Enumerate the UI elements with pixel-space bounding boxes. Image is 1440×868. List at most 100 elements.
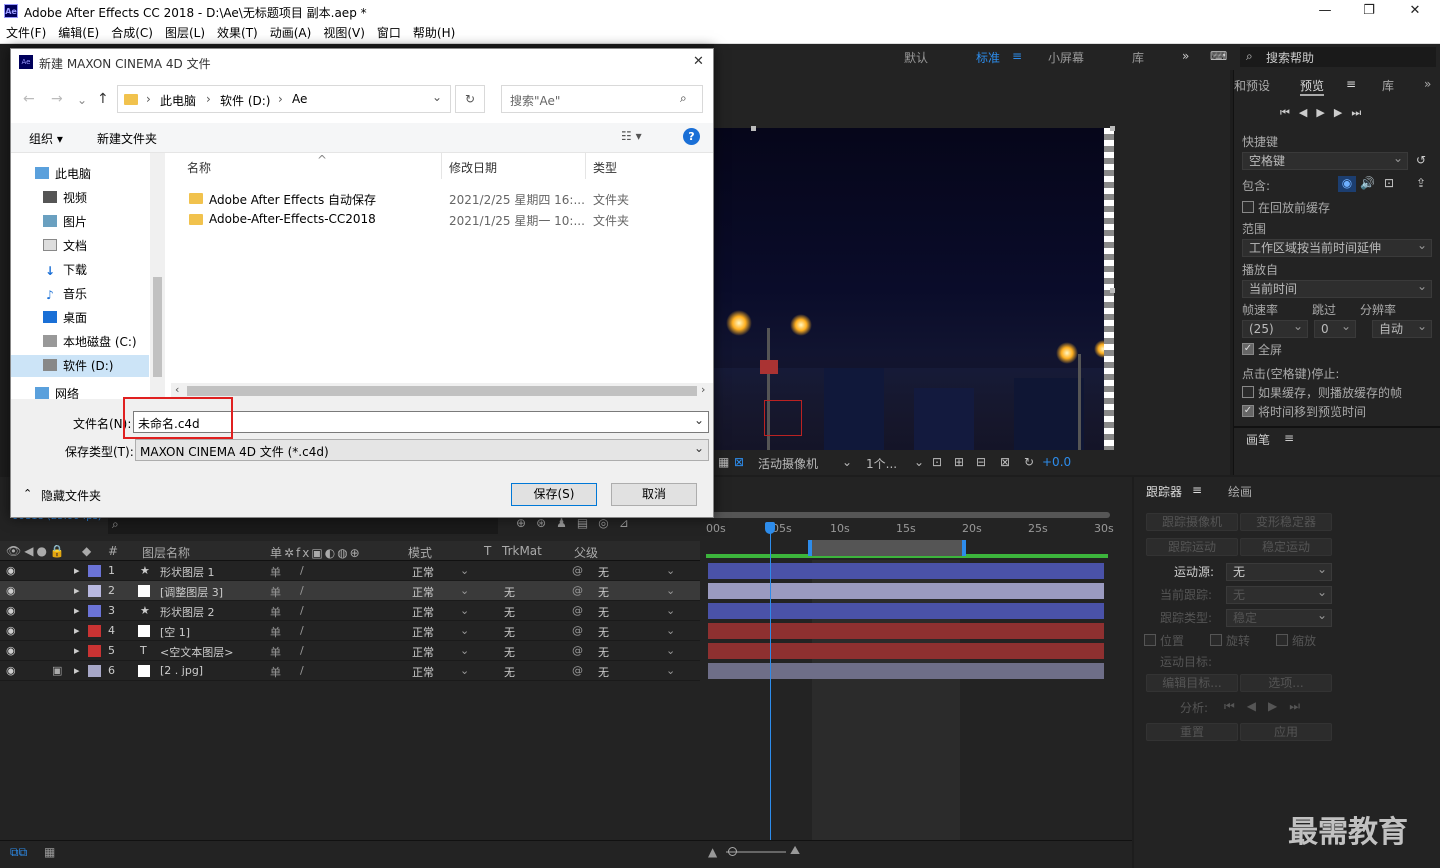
restore-button[interactable]: ❐ <box>1346 0 1392 24</box>
reset-button[interactable]: 重置 <box>1146 723 1238 741</box>
layer-duration-bar[interactable] <box>708 643 1104 659</box>
playhead-handle[interactable] <box>765 522 775 534</box>
hide-folders-toggle[interactable]: 隐藏文件夹 <box>41 487 101 504</box>
label-color-swatch[interactable] <box>88 585 101 597</box>
breadcrumb-drive-d[interactable]: 软件 (D:) <box>220 92 270 109</box>
lock-icon[interactable]: ▣ <box>52 664 62 677</box>
menu-layer[interactable]: 图层(L) <box>159 24 211 42</box>
layer-name[interactable]: [2 . jpg] <box>160 664 203 677</box>
warp-stabilizer-button[interactable]: 变形稳定器 <box>1240 513 1332 531</box>
shy-switch-icon[interactable]: 单 <box>270 664 281 680</box>
expand-arrow-icon[interactable]: ▸ <box>74 584 80 597</box>
expand-arrow-icon[interactable]: ▸ <box>74 644 80 657</box>
dialog-close-button[interactable]: ✕ <box>693 54 704 69</box>
layer-duration-bar[interactable] <box>708 663 1104 679</box>
keyboard-icon[interactable]: ⌨ <box>1210 49 1227 63</box>
layer-trkmat[interactable]: 无 <box>504 644 515 660</box>
exposure-value[interactable]: +0.0 <box>1042 455 1071 469</box>
rotation-checkbox[interactable] <box>1210 634 1222 646</box>
cache-before-checkbox[interactable] <box>1242 201 1254 213</box>
horizontal-scrollbar[interactable]: ‹ › <box>171 383 713 399</box>
layer-name[interactable]: 形状图层 2 <box>160 604 215 620</box>
transform-handle[interactable] <box>1110 126 1115 131</box>
file-row[interactable]: Adobe-After-Effects-CC2018 2021/1/25 星期一… <box>181 210 701 230</box>
folder-search-input[interactable]: 搜索"Ae" ⌕ <box>501 85 703 113</box>
layer-mode[interactable]: 正常 <box>412 584 434 600</box>
quality-switch-icon[interactable]: / <box>300 604 304 617</box>
track-type-dropdown[interactable]: 稳定 <box>1226 607 1332 627</box>
expand-arrow-icon[interactable]: ▸ <box>74 564 80 577</box>
layer-trkmat[interactable]: 无 <box>504 624 515 640</box>
composition-canvas[interactable] <box>714 128 1112 450</box>
scale-checkbox[interactable] <box>1276 634 1288 646</box>
forward-icon[interactable]: → <box>51 91 63 107</box>
label-color-swatch[interactable] <box>88 565 101 577</box>
menu-edit[interactable]: 编辑(E) <box>52 24 105 42</box>
quality-switch-icon[interactable]: / <box>300 584 304 597</box>
skip-dropdown[interactable]: 0 <box>1314 318 1356 338</box>
chevron-right-icon[interactable]: » <box>1182 49 1189 63</box>
layer-row[interactable]: ◉ ▸ 5 T <空文本图层> 单 / 正常 ⌄ 无 @ 无 ⌄ <box>0 641 700 661</box>
layer-mode[interactable]: 正常 <box>412 664 434 680</box>
camera-dropdown[interactable]: 活动摄像机 <box>758 455 818 472</box>
track-motion-button[interactable]: 跟踪运动 <box>1146 538 1238 556</box>
organize-button[interactable]: 组织 ▾ <box>29 130 63 147</box>
time-navigator[interactable] <box>708 512 1110 518</box>
position-checkbox[interactable] <box>1144 634 1156 646</box>
apply-button[interactable]: 应用 <box>1240 723 1332 741</box>
view-options-icon[interactable]: ☷ ▾ <box>621 129 642 143</box>
layer-parent[interactable]: 无 <box>598 584 609 600</box>
help-search-input[interactable]: ⌕ 搜索帮助 <box>1240 47 1436 67</box>
layer-row[interactable]: ◉ ▸ 3 ★ 形状图层 2 单 / 正常 ⌄ 无 @ 无 ⌄ <box>0 601 700 621</box>
playhead[interactable] <box>770 524 771 840</box>
layer-duration-bar[interactable] <box>708 563 1104 579</box>
shy-switch-icon[interactable]: 单 <box>270 564 281 580</box>
save-button[interactable]: 保存(S) <box>511 483 597 506</box>
edit-target-button[interactable]: 编辑目标... <box>1146 674 1238 692</box>
new-folder-button[interactable]: 新建文件夹 <box>97 130 157 147</box>
reset-exposure-icon[interactable]: ↻ <box>1024 455 1034 469</box>
brush-menu-icon[interactable]: ≡ <box>1284 431 1294 445</box>
prev-frame-icon[interactable]: ◀ <box>1299 106 1316 119</box>
tracker-menu-icon[interactable]: ≡ <box>1192 483 1202 497</box>
toggle-switches-icon[interactable]: ⧉⧉ <box>10 845 27 860</box>
layer-duration-bar[interactable] <box>708 623 1104 639</box>
expand-arrow-icon[interactable]: ▸ <box>74 664 80 677</box>
visibility-eye-icon[interactable]: ◉ <box>6 584 16 597</box>
menu-composition[interactable]: 合成(C) <box>105 24 159 42</box>
layer-trkmat[interactable]: 无 <box>504 664 515 680</box>
layer-row[interactable]: ◉ ▣ ▸ 6 [2 . jpg] 单 / 正常 ⌄ 无 @ 无 ⌄ <box>0 661 700 681</box>
quality-switch-icon[interactable]: / <box>300 664 304 677</box>
chevron-down-icon[interactable]: ⌄ <box>694 441 704 455</box>
analyze-controls-icon[interactable]: ⏮◀▶⏭ <box>1224 699 1312 714</box>
zoom-in-icon[interactable]: ⛰ <box>790 843 800 858</box>
current-track-dropdown[interactable]: 无 <box>1226 584 1332 604</box>
move-time-checkbox[interactable]: ✓ <box>1242 405 1254 417</box>
visibility-eye-icon[interactable]: ◉ <box>6 664 16 677</box>
track-camera-button[interactable]: 跟踪摄像机 <box>1146 513 1238 531</box>
export-icon[interactable]: ⇪ <box>1416 176 1426 190</box>
pickwhip-icon[interactable]: @ <box>572 644 583 657</box>
stabilize-motion-button[interactable]: 稳定运动 <box>1240 538 1332 556</box>
label-color-swatch[interactable] <box>88 665 101 677</box>
composition-flow-icon[interactable]: ⊡ <box>932 455 942 469</box>
column-type[interactable]: 类型 <box>593 159 617 176</box>
pickwhip-icon[interactable]: @ <box>572 564 583 577</box>
reset-icon[interactable]: ↺ <box>1416 153 1426 167</box>
scroll-thumb[interactable] <box>187 386 697 396</box>
layer-mode[interactable]: 正常 <box>412 604 434 620</box>
breadcrumb-this-pc[interactable]: 此电脑 <box>160 92 196 109</box>
workspace-library[interactable]: 库 <box>1132 49 1144 66</box>
transform-handle[interactable] <box>1110 288 1115 293</box>
tab-brush[interactable]: 画笔 <box>1246 431 1270 448</box>
minimize-button[interactable]: — <box>1302 0 1348 24</box>
frame-blend-icon[interactable]: ▤ <box>577 516 598 530</box>
shy-icon[interactable]: ♟ <box>556 516 577 530</box>
nav-music[interactable]: ♪ 音乐 <box>43 283 167 305</box>
layer-trkmat[interactable]: 无 <box>504 584 515 600</box>
views-dropdown[interactable]: 1个... <box>866 455 897 472</box>
layer-duration-bar[interactable] <box>708 583 1104 599</box>
filetype-select[interactable]: MAXON CINEMA 4D 文件 (*.c4d) ⌄ <box>135 439 709 461</box>
workspace-default[interactable]: 默认 <box>904 49 928 66</box>
nav-desktop[interactable]: 桌面 <box>43 307 167 329</box>
